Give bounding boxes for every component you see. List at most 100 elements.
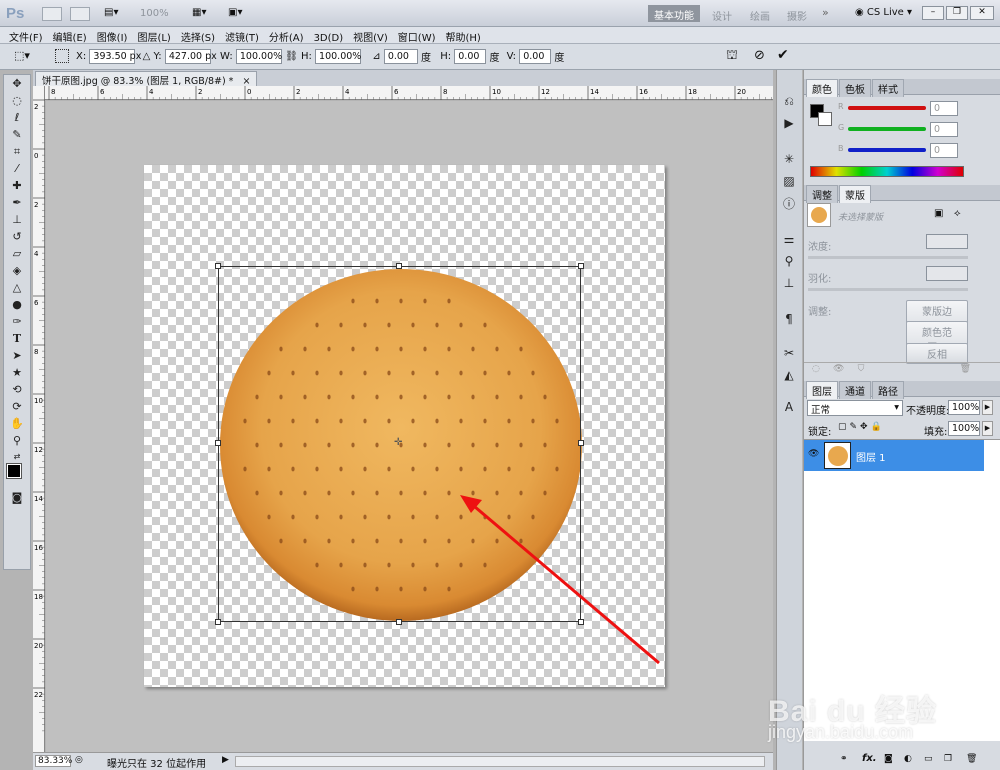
horizontal-scrollbar[interactable]: [235, 756, 765, 767]
more-workspaces-icon[interactable]: »: [822, 6, 829, 19]
quick-select-tool-icon[interactable]: ✎: [4, 126, 30, 143]
screen-mode-button[interactable]: ▣▾: [228, 7, 254, 21]
delta-icon[interactable]: △: [143, 51, 151, 62]
color-spectrum-bar[interactable]: [810, 166, 964, 177]
feather-field[interactable]: [926, 266, 968, 281]
fill-slider-arrow-icon[interactable]: ▶: [982, 421, 993, 436]
density-slider[interactable]: [808, 256, 968, 259]
tab-channels[interactable]: 通道: [839, 381, 871, 399]
brushes-panel-icon[interactable]: ⚌: [777, 228, 801, 250]
view-mask-icon[interactable]: 👁: [833, 364, 844, 374]
transform-handle-top-right[interactable]: [578, 263, 584, 269]
transform-handle-top[interactable]: [396, 263, 402, 269]
crop-tool-icon[interactable]: ⌗: [4, 143, 30, 160]
menu-view[interactable]: 视图(V): [348, 27, 393, 44]
navigator-panel-icon[interactable]: ✳: [777, 148, 801, 170]
vector-mask-icon[interactable]: ⟡: [954, 208, 961, 219]
transform-handle-bottom-left[interactable]: [215, 619, 221, 625]
clone-source-panel-icon[interactable]: ⚲: [777, 250, 801, 272]
minimize-button[interactable]: –: [922, 6, 944, 20]
invert-button[interactable]: 反相: [906, 343, 968, 364]
tab-styles[interactable]: 样式: [872, 79, 904, 97]
info-panel-icon[interactable]: ⓘ: [777, 192, 801, 214]
mask-icon[interactable]: ◙: [884, 754, 893, 764]
bridge-button[interactable]: [42, 7, 62, 21]
channel-g-slider[interactable]: [848, 127, 926, 131]
opacity-slider-arrow-icon[interactable]: ▶: [982, 400, 993, 415]
canvas-area[interactable]: ✛: [46, 101, 773, 752]
zoom-tool-icon[interactable]: ⚲: [4, 432, 30, 449]
actions-panel-icon[interactable]: ▶: [777, 112, 801, 134]
transform-pivot-icon[interactable]: ✛: [394, 437, 402, 448]
menu-edit[interactable]: 编辑(E): [48, 27, 92, 44]
channel-b-field[interactable]: 0: [930, 143, 958, 158]
workspace-photography[interactable]: 摄影: [787, 8, 807, 23]
fx-icon[interactable]: fx.: [862, 753, 877, 764]
history-brush-tool-icon[interactable]: ↺: [4, 228, 30, 245]
eyedropper-tool-icon[interactable]: ⁄: [4, 160, 30, 177]
path-selection-tool-icon[interactable]: ➤: [4, 347, 30, 364]
brush-tool-icon[interactable]: ✒: [4, 194, 30, 211]
menu-help[interactable]: 帮助(H): [441, 27, 486, 44]
opacity-field[interactable]: 100%: [948, 400, 980, 415]
swap-colors-icon[interactable]: ⇄: [4, 449, 30, 463]
workspace-design[interactable]: 设计: [712, 8, 732, 23]
cs-live-button[interactable]: ◉ CS Live ▾: [855, 7, 912, 18]
group-icon[interactable]: ▭: [924, 754, 933, 764]
apply-mask-icon[interactable]: ⛉: [858, 364, 865, 374]
document-canvas[interactable]: ✛: [144, 165, 665, 687]
y-position-field[interactable]: 427.00 px: [164, 49, 217, 64]
paragraph-panel-icon[interactable]: ¶: [777, 308, 801, 330]
tab-color[interactable]: 颜色: [806, 79, 838, 97]
channel-b-slider[interactable]: [848, 148, 926, 152]
commit-transform-icon[interactable]: ✔: [777, 47, 789, 63]
zoom-level-dropdown[interactable]: 100%: [140, 8, 169, 19]
pen-tool-icon[interactable]: ✑: [4, 313, 30, 330]
menu-select[interactable]: 选择(S): [176, 27, 220, 44]
menu-filter[interactable]: 滤镜(T): [220, 27, 264, 44]
new-layer-icon[interactable]: ❐: [944, 754, 952, 764]
v-skew-field[interactable]: 0.00: [519, 49, 552, 64]
pixel-mask-icon[interactable]: ▣: [934, 208, 943, 219]
tab-masks[interactable]: 蒙版: [839, 185, 871, 203]
character-panel-icon[interactable]: A: [777, 396, 801, 418]
histogram-panel-icon[interactable]: ▨: [777, 170, 801, 192]
view-extras-button[interactable]: ▤▾: [104, 7, 130, 21]
dodge-tool-icon[interactable]: ●: [4, 296, 30, 313]
tab-swatches[interactable]: 色板: [839, 79, 871, 97]
layer-visibility-eye-icon[interactable]: 👁: [808, 449, 819, 459]
channel-r-field[interactable]: 0: [930, 101, 958, 116]
hand-tool-icon[interactable]: ✋: [4, 415, 30, 432]
status-menu-arrow-icon[interactable]: ▶: [222, 755, 229, 765]
adjustment-icon[interactable]: ◐: [904, 754, 912, 764]
h-skew-field[interactable]: 0.00: [454, 49, 487, 64]
channel-g-field[interactable]: 0: [930, 122, 958, 137]
lock-icons[interactable]: ▢✎✥🔒: [838, 422, 885, 432]
color-panel-background[interactable]: [818, 112, 832, 126]
transform-handle-left[interactable]: [215, 440, 221, 446]
height-field[interactable]: 100.00%: [315, 49, 361, 64]
foreground-color-swatch[interactable]: [6, 463, 22, 479]
clone-stamp-tool-icon[interactable]: ⊥: [4, 211, 30, 228]
arrange-documents-button[interactable]: ▦▾: [192, 7, 218, 21]
3d-rotate-tool-icon[interactable]: ⟲: [4, 381, 30, 398]
transform-handle-right[interactable]: [578, 440, 584, 446]
menu-file[interactable]: 文件(F): [4, 27, 48, 44]
healing-brush-tool-icon[interactable]: ✚: [4, 177, 30, 194]
paint-bucket-tool-icon[interactable]: ◈: [4, 262, 30, 279]
layer-row[interactable]: 👁 图层 1: [804, 440, 984, 471]
trash-icon[interactable]: 🗑: [966, 754, 977, 764]
history-panel-icon[interactable]: ⎌: [777, 90, 801, 112]
warp-mode-icon[interactable]: ⛫: [726, 48, 738, 65]
reference-point-icon[interactable]: [55, 49, 69, 63]
tool-preset-picker[interactable]: ⬚▾: [14, 49, 30, 62]
x-position-field[interactable]: 393.50 px: [89, 49, 141, 64]
marquee-tool-icon[interactable]: ◌: [4, 92, 30, 109]
link-icon[interactable]: ⚭: [840, 754, 848, 764]
status-zoom-field[interactable]: 83.33%: [35, 755, 72, 767]
menu-layer[interactable]: 图层(L): [132, 27, 175, 44]
menu-window[interactable]: 窗口(W): [393, 27, 441, 44]
3d-orbit-tool-icon[interactable]: ⟳: [4, 398, 30, 415]
width-field[interactable]: 100.00%: [235, 49, 282, 64]
tab-adjustments[interactable]: 调整: [806, 185, 838, 203]
